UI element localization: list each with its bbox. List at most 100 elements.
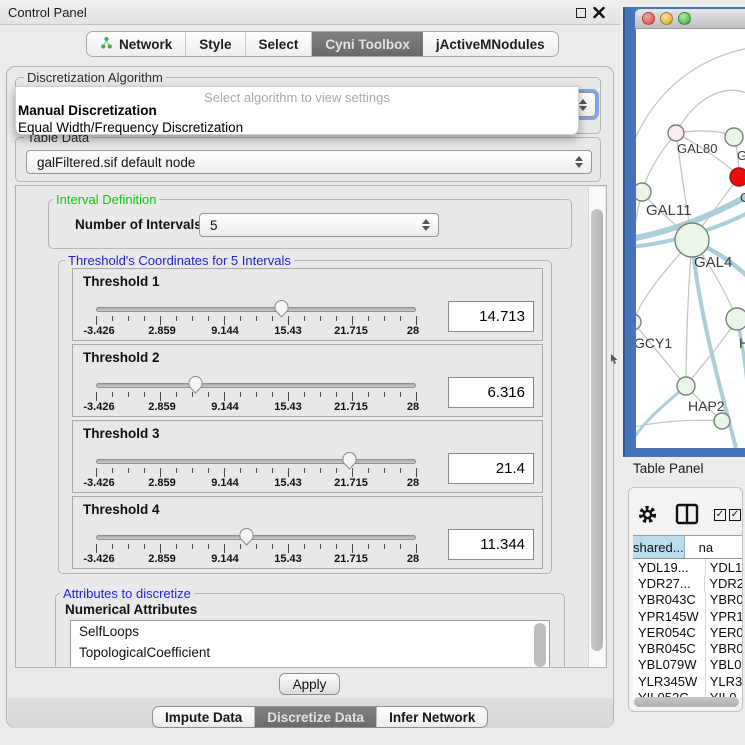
table-row[interactable]: YBR045CYBR0: [633, 640, 743, 656]
threshold-3-slider[interactable]: [96, 459, 416, 464]
cell[interactable]: YER0: [706, 624, 743, 640]
checkbox-icon[interactable]: ✓: [729, 509, 741, 521]
column-header-shared-name[interactable]: shared...: [633, 536, 685, 558]
combo-arrows-icon: [422, 219, 430, 231]
tick-label: 21.715: [334, 325, 368, 337]
node-label: GCY1: [636, 335, 672, 351]
list-scrollbar[interactable]: [534, 623, 546, 667]
node-partial-h[interactable]: [726, 308, 745, 330]
node-hap2[interactable]: [677, 377, 695, 395]
window-minimize-button[interactable]: [660, 12, 673, 25]
tab-label: jActiveMNodules: [436, 37, 545, 52]
settings-scrollbar-track[interactable]: [588, 187, 605, 668]
column-header-name[interactable]: na: [685, 536, 743, 558]
table-row[interactable]: YBL079WYBL0: [633, 657, 743, 673]
tab-discretize-data[interactable]: Discretize Data: [255, 707, 377, 727]
network-window-titlebar[interactable]: [635, 9, 745, 29]
threshold-4-slider[interactable]: [96, 535, 416, 540]
cell[interactable]: YBR0: [706, 640, 743, 656]
threshold-label: Threshold 3: [83, 426, 160, 441]
close-icon[interactable]: [593, 6, 605, 19]
node-gal4[interactable]: [675, 223, 709, 257]
threshold-2-slider[interactable]: [96, 383, 416, 388]
cell[interactable]: YER054C: [633, 624, 706, 640]
float-window-icon[interactable]: [576, 8, 586, 18]
tab-jactivemnodules[interactable]: jActiveMNodules: [423, 32, 558, 56]
list-item[interactable]: BetweennessCentrality: [71, 663, 549, 668]
threshold-1-slider[interactable]: [96, 307, 416, 312]
tab-select[interactable]: Select: [246, 32, 313, 56]
cell[interactable]: YBL079W: [633, 657, 706, 673]
gear-icon[interactable]: [638, 505, 657, 524]
cell[interactable]: YBR0: [706, 592, 743, 608]
tab-network[interactable]: Network: [87, 32, 186, 56]
dropdown-option-equal-width[interactable]: Equal Width/Frequency Discretization: [16, 119, 578, 136]
apply-button[interactable]: Apply: [279, 673, 340, 695]
node-label: GAL11: [646, 202, 692, 219]
table-row[interactable]: YIL052CYIL0: [633, 689, 743, 697]
network-view-window[interactable]: GAL80 G C GAL11 GAL4 GCY1 H HAP2: [623, 7, 745, 457]
tick-label: 15.43: [274, 477, 302, 489]
settings-scrollbar-thumb[interactable]: [591, 209, 603, 651]
table-data-combobox[interactable]: galFiltered.sif default node: [26, 150, 592, 174]
cell[interactable]: YIL0: [706, 689, 743, 697]
node-selected-red[interactable]: [730, 168, 745, 186]
list-item[interactable]: TopologicalCoefficient: [71, 642, 549, 663]
table-row[interactable]: YDL19...YDL1: [633, 559, 743, 575]
list-item[interactable]: SelfLoops: [71, 621, 549, 642]
table-horizontal-scrollbar[interactable]: [634, 697, 739, 707]
cell[interactable]: YBL0: [706, 657, 743, 673]
table-row[interactable]: YLR345WYLR3: [633, 673, 743, 689]
tab-label: Cyni Toolbox: [325, 37, 410, 52]
window-zoom-button[interactable]: [678, 12, 691, 25]
split-view-icon[interactable]: [675, 503, 699, 525]
network-canvas[interactable]: GAL80 G C GAL11 GAL4 GCY1 H HAP2: [636, 29, 745, 448]
cell[interactable]: YLR3: [706, 673, 743, 689]
threshold-label: Threshold 4: [83, 502, 160, 517]
threshold-4-card: Threshold 4 -3.426 2.859 9.144 15.43 21.…: [72, 496, 543, 569]
tab-label: Select: [259, 37, 299, 52]
threshold-1-card: Threshold 1 -3.426 2.859 9.144 15.43 21.…: [72, 268, 543, 341]
cell[interactable]: YPR1: [706, 608, 743, 624]
checkbox-icon[interactable]: ✓: [714, 509, 726, 521]
tab-impute-data[interactable]: Impute Data: [153, 707, 255, 727]
attributes-group-label: Attributes to discretize: [60, 586, 194, 601]
cell[interactable]: YDR2: [705, 575, 743, 591]
threshold-2-slider-thumb[interactable]: [188, 376, 203, 395]
node-label: H: [739, 335, 745, 351]
cyni-toolbox-panel: Discretization Algorithm Select algorith…: [6, 66, 614, 728]
cell[interactable]: YDL19...: [633, 559, 706, 575]
tick-label: 15.43: [274, 401, 302, 413]
tab-cyni-toolbox[interactable]: Cyni Toolbox: [312, 32, 423, 56]
node-partial-bottom[interactable]: [714, 413, 730, 429]
node-gcy1[interactable]: [636, 314, 641, 330]
table-row[interactable]: YPR145WYPR1: [633, 608, 743, 624]
window-close-button[interactable]: [642, 12, 655, 25]
table-row[interactable]: YBR043CYBR0: [633, 592, 743, 608]
threshold-4-slider-thumb[interactable]: [239, 528, 254, 547]
cell[interactable]: YLR345W: [633, 673, 706, 689]
tab-style[interactable]: Style: [186, 32, 245, 56]
threshold-2-value-field[interactable]: [448, 377, 534, 408]
threshold-3-value-field[interactable]: [448, 453, 534, 484]
numerical-attributes-label: Numerical Attributes: [65, 602, 197, 617]
cell[interactable]: YDR27...: [633, 575, 705, 591]
tick-label: 28: [407, 325, 419, 337]
threshold-1-slider-thumb[interactable]: [274, 300, 289, 319]
table-row[interactable]: YDR27...YDR2: [633, 575, 743, 591]
threshold-3-slider-thumb[interactable]: [342, 452, 357, 471]
threshold-4-value-field[interactable]: [448, 529, 534, 560]
cell[interactable]: YDL1: [706, 559, 743, 575]
tab-infer-network[interactable]: Infer Network: [377, 707, 487, 727]
cell[interactable]: YIL052C: [633, 689, 706, 697]
num-intervals-combobox[interactable]: 5: [199, 213, 439, 237]
cell[interactable]: YBR045C: [633, 640, 706, 656]
cell[interactable]: YBR043C: [633, 592, 706, 608]
cell[interactable]: YPR145W: [633, 608, 706, 624]
node-partial-g[interactable]: [725, 128, 743, 146]
node-gal80[interactable]: [668, 125, 684, 141]
table-row[interactable]: YER054CYER0: [633, 624, 743, 640]
node-gal11[interactable]: [636, 183, 651, 201]
table-header-row: shared... na: [633, 536, 743, 559]
threshold-1-value-field[interactable]: [448, 301, 534, 332]
